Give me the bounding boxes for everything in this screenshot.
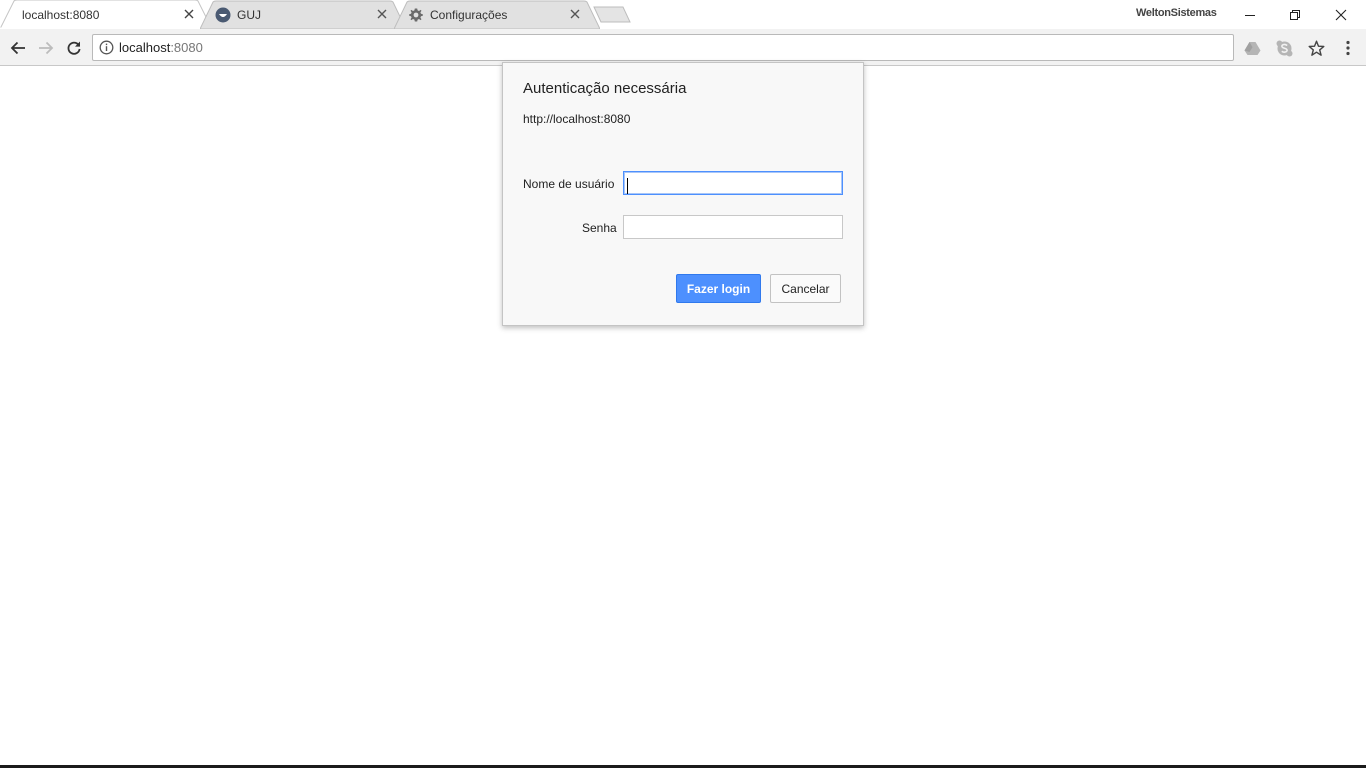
tab-title: Configurações	[430, 8, 508, 22]
new-tab-button[interactable]	[593, 6, 631, 23]
restore-button[interactable]	[1272, 0, 1318, 29]
address-url: localhost:8080	[119, 40, 203, 55]
close-icon	[1335, 9, 1347, 20]
username-input[interactable]	[623, 171, 843, 195]
close-icon[interactable]	[569, 8, 581, 20]
menu-button[interactable]	[1338, 38, 1358, 58]
tab-configuracoes[interactable]: Configurações	[394, 0, 600, 29]
username-label: Nome de usuário	[523, 177, 615, 191]
forward-button[interactable]	[34, 36, 58, 60]
drive-icon	[1244, 41, 1260, 55]
dialog-title: Autenticação necessária	[523, 80, 687, 97]
close-icon[interactable]	[183, 8, 195, 20]
address-bar[interactable]: localhost:8080	[92, 34, 1234, 61]
reload-button[interactable]	[62, 36, 86, 60]
browser-toolbar: localhost:8080	[0, 29, 1366, 66]
arrow-left-icon	[10, 41, 25, 55]
back-button[interactable]	[6, 36, 30, 60]
arrow-right-icon	[39, 41, 54, 55]
tab-guj[interactable]: GUJ	[200, 0, 406, 29]
guj-favicon-icon	[215, 7, 231, 23]
profile-name[interactable]: WeltonSistemas	[1136, 7, 1217, 19]
info-icon[interactable]	[99, 40, 114, 55]
tab-title: GUJ	[237, 8, 261, 22]
minimize-icon	[1245, 14, 1255, 16]
close-window-button[interactable]	[1318, 0, 1364, 29]
tab-localhost[interactable]: localhost:8080	[0, 0, 212, 29]
skype-extension-button[interactable]	[1274, 38, 1294, 58]
login-button[interactable]: Fazer login	[676, 274, 761, 303]
dialog-origin: http://localhost:8080	[523, 112, 631, 126]
password-input[interactable]	[623, 215, 843, 239]
tab-strip: localhost:8080 GUJ Configurações WeltonS…	[0, 0, 1366, 29]
password-label: Senha	[582, 221, 617, 235]
cancel-button[interactable]: Cancelar	[770, 274, 841, 303]
restore-icon	[1290, 9, 1300, 20]
close-icon[interactable]	[376, 8, 388, 20]
skype-icon	[1276, 40, 1292, 56]
tab-title: localhost:8080	[22, 8, 100, 22]
star-icon	[1308, 40, 1324, 56]
minimize-button[interactable]	[1227, 0, 1273, 29]
reload-icon	[67, 41, 81, 55]
bookmark-button[interactable]	[1306, 38, 1326, 58]
gear-icon	[408, 7, 424, 23]
url-port: :8080	[170, 40, 203, 55]
drive-extension-button[interactable]	[1242, 38, 1262, 58]
auth-dialog: Autenticação necessária http://localhost…	[502, 62, 864, 326]
url-host: localhost	[119, 40, 171, 55]
more-vert-icon	[1346, 40, 1350, 56]
text-caret	[627, 178, 628, 194]
